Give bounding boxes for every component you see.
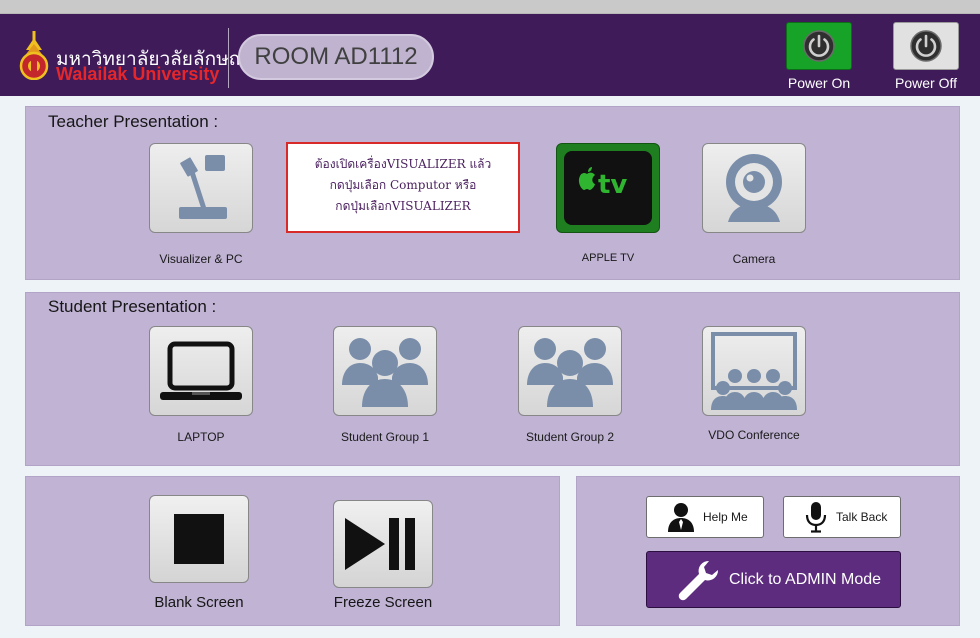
freeze-screen-label: Freeze Screen [333, 594, 433, 611]
power-off-button[interactable] [893, 22, 959, 70]
note-line-2: กดปุ่มเลือก Computor หรือ [329, 178, 477, 192]
video-conference-icon [711, 332, 797, 410]
wrench-icon [678, 560, 719, 600]
apple-tv-logo-text: tv [598, 170, 627, 200]
help-me-label: Help Me [703, 510, 748, 524]
blank-screen-label: Blank Screen [154, 594, 244, 611]
power-off-label: Power Off [895, 75, 957, 91]
power-icon [910, 30, 942, 62]
person-icon [668, 503, 694, 532]
camera-button[interactable] [702, 143, 806, 233]
student-group-1-button[interactable] [333, 326, 437, 416]
top-strip [0, 0, 980, 14]
power-on-button[interactable] [786, 22, 852, 70]
admin-mode-button[interactable]: Click to ADMIN Mode [646, 551, 901, 608]
stop-icon [174, 514, 224, 564]
apple-tv-icon: tv [564, 151, 652, 225]
apple-tv-label: APPLE TV [581, 252, 635, 264]
group-icon [527, 338, 613, 407]
webcam-icon [726, 154, 782, 222]
talk-back-label: Talk Back [836, 510, 888, 524]
blank-screen-button[interactable] [149, 495, 249, 583]
play-pause-icon [345, 518, 415, 570]
vdo-conference-label: VDO Conference [708, 428, 800, 442]
visualizer-instruction-note: ต้องเปิดเครื่องVISUALIZER แล้ว กดปุ่มเลื… [286, 142, 520, 233]
vdo-conference-button[interactable] [702, 326, 806, 416]
note-line-1: ต้องเปิดเครื่องVISUALIZER แล้ว [314, 157, 492, 171]
document-camera-icon [179, 155, 227, 219]
university-name-english: Walailak University [56, 64, 220, 84]
power-icon [803, 30, 835, 62]
university-logo [19, 31, 49, 80]
student-group-1-label: Student Group 1 [340, 430, 430, 444]
apple-tv-button[interactable]: tv [556, 143, 660, 233]
header-divider [228, 28, 229, 88]
camera-label: Camera [732, 252, 776, 266]
teacher-section-title: Teacher Presentation : [48, 112, 219, 131]
admin-mode-label: Click to ADMIN Mode [729, 570, 882, 588]
help-me-button[interactable]: Help Me [646, 496, 764, 538]
laptop-icon [160, 341, 242, 400]
visualizer-pc-label: Visualizer & PC [159, 252, 243, 266]
note-line-3: กดปุ่มเลือกVISUALIZER [335, 199, 471, 213]
talk-back-button[interactable]: Talk Back [783, 496, 901, 538]
room-badge: ROOM AD1112 [238, 34, 434, 80]
student-group-2-label: Student Group 2 [525, 430, 615, 444]
student-group-2-button[interactable] [518, 326, 622, 416]
laptop-label: LAPTOP [177, 430, 225, 444]
laptop-button[interactable] [149, 326, 253, 416]
visualizer-pc-button[interactable] [149, 143, 253, 233]
power-on-label: Power On [787, 75, 851, 91]
freeze-screen-button[interactable] [333, 500, 433, 588]
group-icon [342, 338, 428, 407]
microphone-icon [805, 502, 827, 533]
student-section-title: Student Presentation : [48, 297, 217, 316]
screen-control-panel [25, 476, 560, 626]
